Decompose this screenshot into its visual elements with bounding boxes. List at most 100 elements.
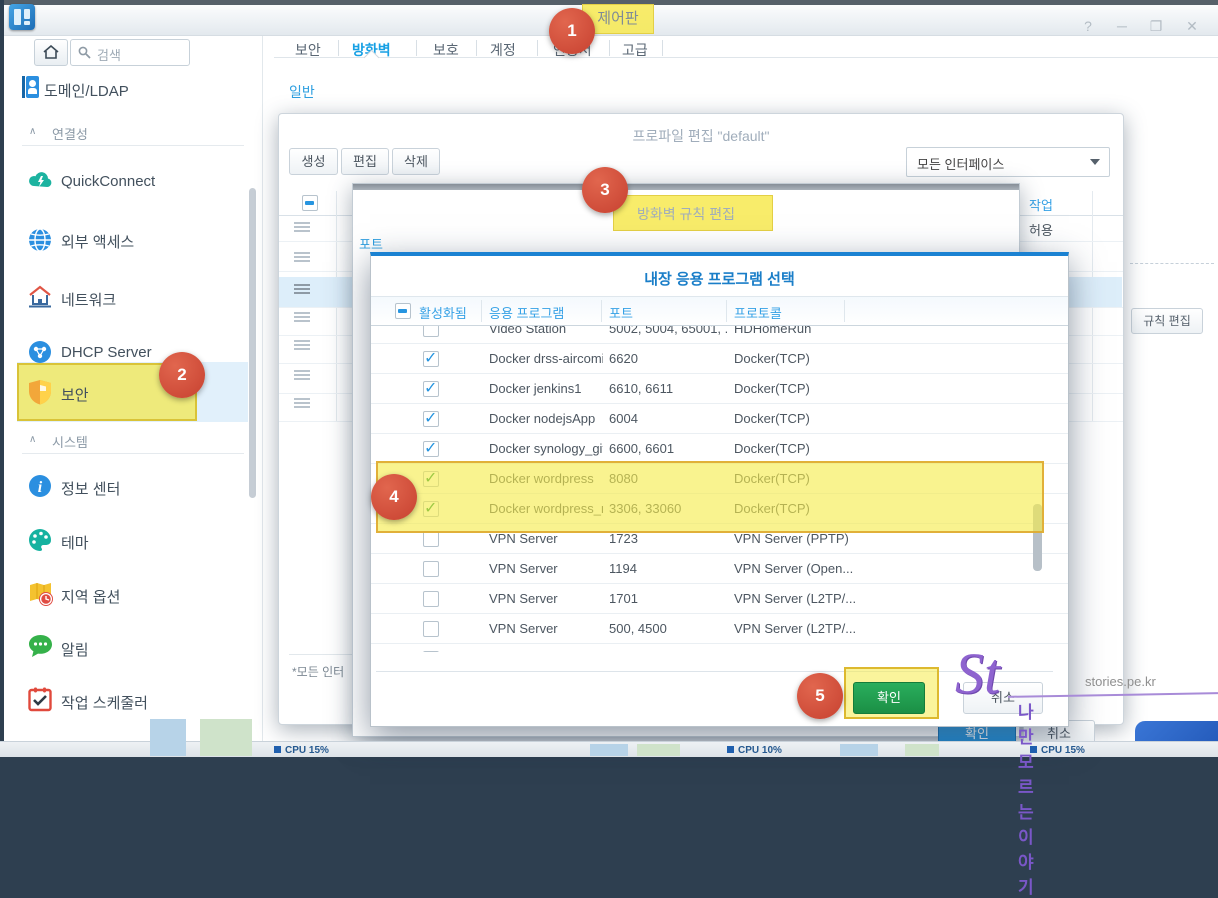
row-checkbox[interactable]	[423, 591, 439, 607]
row-checkbox[interactable]	[423, 351, 439, 367]
sidebar-item-task-scheduler[interactable]: 작업 스케줄러	[61, 692, 148, 713]
divider	[22, 453, 244, 454]
drag-handle[interactable]	[294, 370, 310, 372]
home-button[interactable]	[34, 39, 68, 66]
app-ports: 6610, 6611	[609, 381, 727, 396]
row-checkbox[interactable]	[423, 621, 439, 637]
create-button[interactable]: 생성	[289, 148, 338, 175]
sidebar-scrollbar[interactable]	[249, 188, 256, 498]
row-checkbox[interactable]	[423, 531, 439, 547]
divider	[609, 40, 610, 56]
sidebar-item-security[interactable]: 보안	[61, 384, 89, 405]
table-row[interactable]: Docker jenkins1 6610, 6611 Docker(TCP)	[371, 374, 1068, 404]
help-button[interactable]: ?	[1076, 18, 1100, 34]
column-enabled[interactable]: 활성화됨	[419, 303, 467, 322]
sidebar-section-system[interactable]: 시스템	[52, 432, 88, 451]
ok-button[interactable]: 확인	[853, 682, 925, 714]
notification-bubble-icon	[28, 634, 53, 663]
app-ports: 6620	[609, 351, 727, 366]
desktop-cpu-widget: CPU 10%	[727, 745, 782, 756]
svg-text:i: i	[38, 479, 43, 496]
app-name: VPN Server	[489, 531, 603, 546]
table-row[interactable]: Docker nodejsApp 6004 Docker(TCP)	[371, 404, 1068, 434]
divider	[22, 145, 244, 146]
edit-button[interactable]: 편집	[341, 148, 389, 175]
search-input[interactable]: 검색	[70, 39, 190, 66]
minimize-button[interactable]: ─	[1110, 18, 1134, 34]
app-ports: 500, 4500	[609, 621, 727, 636]
task-scheduler-icon	[28, 687, 52, 717]
delete-button[interactable]: 삭제	[392, 148, 440, 175]
drag-handle[interactable]	[294, 222, 310, 224]
row-checkbox[interactable]	[423, 561, 439, 577]
sidebar-item-theme[interactable]: 테마	[61, 532, 89, 553]
drag-handle[interactable]	[294, 252, 310, 254]
interface-dropdown[interactable]: 모든 인터페이스	[906, 147, 1110, 177]
select-all-checkbox[interactable]	[395, 303, 411, 319]
drag-handle[interactable]	[294, 340, 310, 342]
divider	[601, 300, 602, 322]
sidebar-item-network[interactable]: 네트워크	[61, 289, 116, 310]
column-application[interactable]: 응용 프로그램	[489, 303, 564, 322]
globe-icon	[28, 228, 52, 257]
row-checkbox[interactable]	[423, 381, 439, 397]
sidebar-item-regional-options[interactable]: 지역 옵션	[61, 586, 120, 607]
desktop-cpu-widget: CPU 15%	[1030, 745, 1085, 756]
divider	[481, 300, 482, 322]
search-placeholder: 검색	[97, 45, 121, 64]
select-all-checkbox[interactable]	[302, 195, 318, 211]
chevron-up-icon[interactable]: ∧	[29, 434, 36, 445]
step-badge-5: 5	[797, 673, 843, 719]
app-ports: 1194	[609, 561, 727, 576]
divider	[274, 57, 1218, 58]
column-ports[interactable]: 포트	[609, 303, 633, 322]
row-checkbox[interactable]	[423, 441, 439, 457]
section-label-general: 일반	[289, 82, 315, 102]
row-checkbox[interactable]	[423, 411, 439, 427]
sidebar-item-dhcp-server[interactable]: DHCP Server	[61, 344, 152, 361]
dialog-top-edge	[353, 184, 1019, 190]
app-ports: 6004	[609, 411, 727, 426]
step-badge-4: 4	[371, 474, 417, 520]
rule-action-value: 허용	[1029, 220, 1053, 239]
app-protocol: Docker(TCP)	[734, 351, 914, 366]
row-checkbox[interactable]	[423, 651, 439, 652]
row-checkbox[interactable]	[423, 326, 439, 337]
divider	[476, 40, 477, 56]
chevron-up-icon[interactable]: ∧	[29, 126, 36, 137]
table-row[interactable]: Docker synology_gitlab 6600, 6601 Docker…	[371, 434, 1068, 464]
app-name: Video Station	[489, 326, 603, 336]
drag-handle[interactable]	[294, 284, 310, 286]
maximize-button[interactable]: ❐	[1144, 18, 1168, 35]
table-row[interactable]: Docker drss-aircomix... 6620 Docker(TCP)	[371, 344, 1068, 374]
watermark-tagline: 나만모르는 이야기	[1018, 698, 1034, 898]
sidebar-section-connectivity[interactable]: 연결성	[52, 124, 88, 143]
info-icon: i	[28, 474, 52, 503]
column-action[interactable]: 작업	[1029, 195, 1053, 214]
table-body: Video Station 5002, 5004, 65001, ... HDH…	[371, 326, 1068, 652]
rule-edit-button[interactable]: 규칙 편집	[1131, 308, 1203, 334]
desktop-widget-bar	[150, 719, 186, 756]
app-protocol: HDHomeRun	[734, 326, 914, 336]
app-ports: 1723	[609, 531, 727, 546]
divider	[726, 300, 727, 322]
app-protocol: VPN Server (PPTP)	[734, 531, 914, 546]
sidebar-item-notification[interactable]: 알림	[61, 639, 89, 660]
column-protocol[interactable]: 프로토콜	[734, 303, 782, 322]
sidebar-item-domain-ldap[interactable]: 도메인/LDAP	[44, 80, 129, 101]
table-row[interactable]: VPN Server 1701 VPN Server (L2TP/...	[371, 584, 1068, 614]
table-row[interactable]: VPN Server 1194 VPN Server (Open...	[371, 554, 1068, 584]
sidebar-item-external-access[interactable]: 외부 액세스	[61, 231, 134, 252]
sidebar-item-quickconnect[interactable]: QuickConnect	[61, 173, 155, 190]
drag-handle[interactable]	[294, 312, 310, 314]
sidebar-item-info-center[interactable]: 정보 센터	[61, 478, 120, 499]
control-panel-app-icon	[9, 4, 35, 30]
dialog-title: 프로파일 편집 "default"	[279, 126, 1123, 146]
step-badge-2: 2	[159, 352, 205, 398]
divider	[416, 40, 417, 56]
drag-handle[interactable]	[294, 398, 310, 400]
desktop-widget-bar	[840, 744, 878, 756]
divider	[338, 40, 339, 56]
table-row[interactable]: Video Station 5002, 5004, 65001, ... HDH…	[371, 326, 1068, 344]
close-button[interactable]: ✕	[1180, 18, 1204, 35]
